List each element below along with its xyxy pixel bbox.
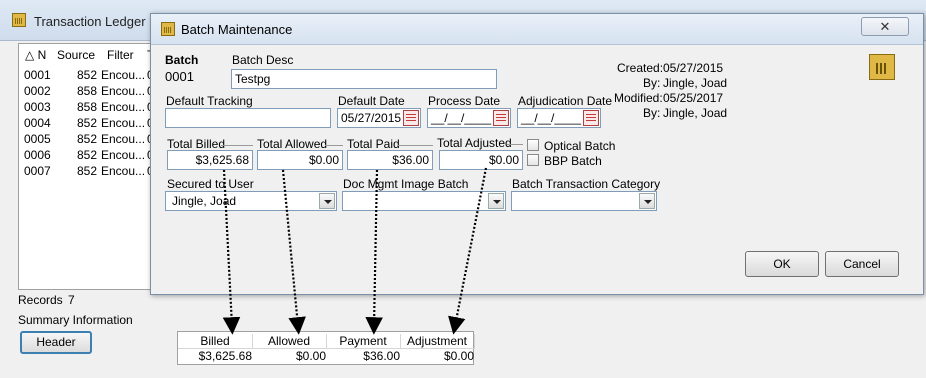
arrow-adjusted — [448, 167, 488, 335]
arrow-billed — [222, 169, 241, 335]
annotation-arrows — [222, 167, 488, 335]
arrow-allowed — [281, 169, 306, 335]
arrow-paid — [365, 169, 383, 335]
